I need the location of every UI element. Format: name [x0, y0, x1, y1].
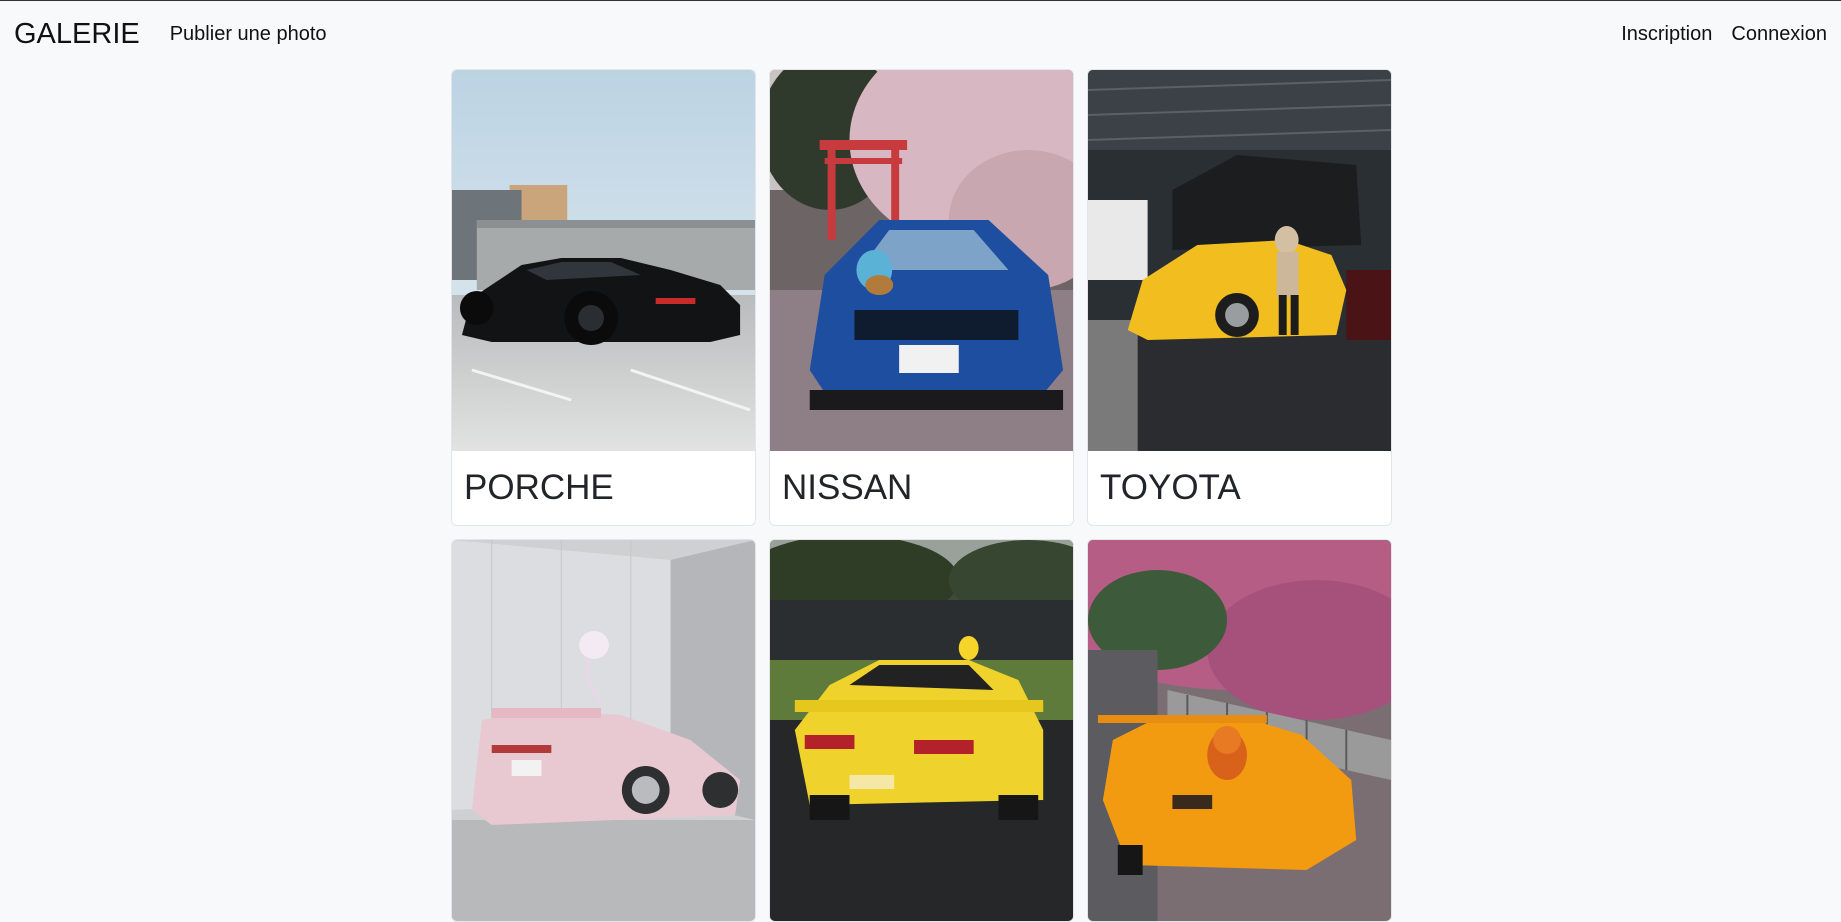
- login-link[interactable]: Connexion: [1731, 23, 1827, 46]
- photo-card-6[interactable]: [1087, 539, 1392, 922]
- photo-card-toyota[interactable]: TOYOTA: [1087, 69, 1392, 526]
- card-title: PORCHE: [464, 468, 614, 507]
- brand-link[interactable]: GALERIE: [14, 18, 140, 51]
- car-photo: [770, 540, 1073, 921]
- car-photo: [1088, 540, 1391, 921]
- nav-auth-links: Inscription Connexion: [1621, 23, 1827, 46]
- car-photo: [1088, 70, 1391, 451]
- card-title: NISSAN: [782, 468, 913, 507]
- top-navbar: GALERIE Publier une photo Inscription Co…: [0, 0, 1841, 68]
- car-photo: [452, 70, 755, 451]
- car-photo: [452, 540, 755, 921]
- photo-gallery-grid: PORCHE NISSAN TOYOTA: [451, 69, 1392, 922]
- card-body: TOYOTA: [1088, 451, 1391, 525]
- card-title: TOYOTA: [1100, 468, 1241, 507]
- photo-card-4[interactable]: [451, 539, 756, 922]
- card-body: PORCHE: [452, 451, 755, 525]
- photo-card-nissan[interactable]: NISSAN: [769, 69, 1074, 526]
- photo-card-porche[interactable]: PORCHE: [451, 69, 756, 526]
- photo-card-5[interactable]: [769, 539, 1074, 922]
- publish-photo-link[interactable]: Publier une photo: [170, 23, 327, 46]
- car-photo: [770, 70, 1073, 451]
- register-link[interactable]: Inscription: [1621, 23, 1712, 46]
- card-body: NISSAN: [770, 451, 1073, 525]
